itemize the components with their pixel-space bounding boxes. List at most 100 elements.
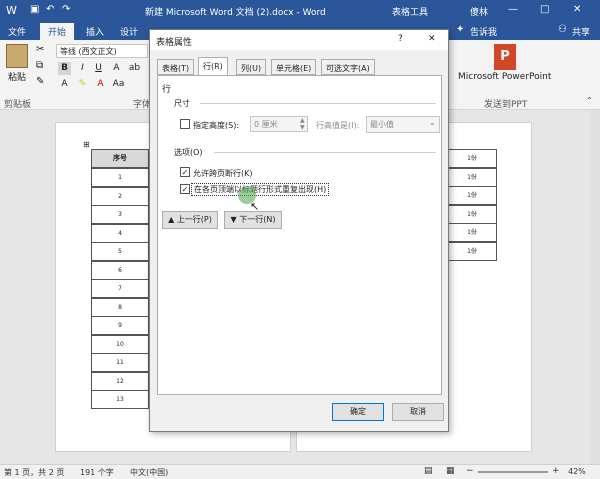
- cut-icon[interactable]: ✂: [36, 44, 44, 55]
- table-right-cell[interactable]: 1份: [447, 241, 497, 261]
- redo-icon[interactable]: ↷: [62, 4, 70, 15]
- zoom-in-icon[interactable]: +: [552, 466, 560, 476]
- up-arrow-icon: ▲: [168, 215, 177, 224]
- font-name-select[interactable]: 等线 (西文正文): [56, 44, 148, 58]
- text-effect-icon[interactable]: A: [58, 78, 71, 91]
- size-label: 尺寸: [174, 99, 190, 108]
- tab-design[interactable]: 设计: [120, 25, 138, 38]
- paste-icon[interactable]: [6, 44, 28, 68]
- table-row-number-cell[interactable]: 13: [91, 390, 149, 409]
- row-height-is-label: 行高值是(I):: [316, 121, 360, 130]
- copy-icon[interactable]: ⧉: [36, 60, 43, 71]
- table-header-cell[interactable]: 序号: [91, 149, 149, 168]
- zoom-out-icon[interactable]: −: [466, 466, 474, 476]
- font-color-icon[interactable]: A: [94, 78, 107, 91]
- vertical-scrollbar[interactable]: [590, 110, 600, 464]
- powerpoint-label[interactable]: Microsoft PowerPoint: [458, 72, 551, 82]
- minimize-icon[interactable]: —: [508, 4, 518, 15]
- word-count[interactable]: 191 个字: [80, 467, 114, 478]
- user-name[interactable]: 傻林: [470, 5, 488, 18]
- web-layout-icon[interactable]: ▦: [446, 466, 455, 476]
- repeat-header-label[interactable]: 在各页顶端以标题行形式重复出现(H): [191, 183, 330, 196]
- table-row-number-cell[interactable]: 3: [91, 205, 149, 224]
- page-count[interactable]: 第 1 页，共 2 页: [4, 467, 64, 478]
- size-separator: [200, 103, 436, 104]
- clear-format-icon[interactable]: A: [110, 62, 123, 75]
- table-row-number-cell[interactable]: 11: [91, 353, 149, 372]
- table-right-cell[interactable]: 1份: [447, 186, 497, 205]
- table-right-cell[interactable]: 1份: [447, 149, 497, 168]
- font-size-icon[interactable]: ab: [128, 62, 141, 75]
- options-label: 选项(O): [174, 148, 203, 157]
- collapse-ribbon-icon[interactable]: ⌃: [586, 96, 593, 105]
- options-separator: [214, 152, 436, 153]
- send-to-ppt-group-label: 发送到PPT: [484, 100, 528, 110]
- zoom-level[interactable]: 42%: [568, 467, 586, 476]
- case-icon[interactable]: Aa: [112, 78, 125, 91]
- title-bar: W ▣ ↶ ↷ 新建 Microsoft Word 文档 (2).docx - …: [0, 0, 600, 22]
- table-row-number-cell[interactable]: 12: [91, 371, 149, 391]
- tell-me[interactable]: 告诉我: [470, 25, 497, 38]
- paste-label[interactable]: 粘贴: [8, 70, 26, 83]
- previous-row-button[interactable]: ▲ 上一行(P): [162, 211, 218, 229]
- bold-button[interactable]: B: [58, 62, 71, 75]
- table-row-number-cell[interactable]: 9: [91, 316, 149, 335]
- table-right-cell[interactable]: 1份: [447, 167, 497, 187]
- maximize-icon[interactable]: □: [540, 4, 549, 15]
- tab-alt-text[interactable]: 可选文字(A): [321, 59, 375, 75]
- table-row-number-cell[interactable]: 1: [91, 168, 149, 187]
- table-right-cell[interactable]: 1份: [447, 223, 497, 242]
- tab-row[interactable]: 行(R): [198, 57, 228, 76]
- print-layout-icon[interactable]: ▤: [424, 466, 433, 476]
- dialog-close-button[interactable]: ✕: [428, 34, 436, 44]
- table-row-number-cell[interactable]: 2: [91, 186, 149, 206]
- table-row-number-cell[interactable]: 7: [91, 279, 149, 298]
- cancel-button[interactable]: 取消: [392, 403, 444, 421]
- table-right-cell[interactable]: 1份: [447, 204, 497, 224]
- share-button[interactable]: 共享: [572, 25, 590, 38]
- next-row-button[interactable]: ▼ 下一行(N): [224, 211, 282, 229]
- down-arrow-icon: ▼: [230, 215, 240, 224]
- share-icon[interactable]: ⚇: [558, 24, 567, 35]
- dialog-title: 表格属性: [156, 38, 193, 48]
- table-row-number-cell[interactable]: 4: [91, 223, 149, 243]
- tab-insert[interactable]: 插入: [86, 25, 104, 38]
- window-title: 新建 Microsoft Word 文档 (2).docx - Word: [145, 8, 326, 18]
- word-logo-icon: W: [6, 4, 17, 17]
- ok-button[interactable]: 确定: [332, 403, 384, 421]
- next-row-label: 下一行(N): [239, 215, 276, 224]
- previous-row-label: 上一行(P): [176, 215, 212, 224]
- specify-height-checkbox[interactable]: [180, 119, 190, 129]
- language[interactable]: 中文(中国): [130, 467, 168, 478]
- table-row-number-cell[interactable]: 5: [91, 242, 149, 261]
- mouse-cursor-icon: ↖: [250, 200, 260, 213]
- tab-home[interactable]: 开始: [40, 23, 75, 40]
- underline-button[interactable]: U: [92, 62, 105, 75]
- table-move-handle-icon[interactable]: ⊞: [83, 140, 90, 149]
- tab-cell[interactable]: 单元格(E): [271, 59, 317, 75]
- highlight-icon[interactable]: ✎: [76, 78, 89, 91]
- specify-height-label[interactable]: 指定高度(S):: [193, 120, 239, 131]
- tab-file[interactable]: 文件: [8, 25, 26, 38]
- table-row-number-cell[interactable]: 8: [91, 297, 149, 317]
- allow-break-label[interactable]: 允许跨页断行(K): [193, 168, 253, 179]
- save-icon[interactable]: ▣: [30, 4, 39, 15]
- tab-column[interactable]: 列(U): [236, 59, 267, 75]
- powerpoint-icon[interactable]: P: [494, 44, 516, 70]
- spinner-arrows-icon[interactable]: ▲ ▼: [300, 117, 305, 131]
- italic-button[interactable]: I: [76, 62, 89, 75]
- allow-break-checkbox[interactable]: ✓: [180, 167, 190, 177]
- lightbulb-icon: ✦: [456, 24, 465, 35]
- status-bar: 第 1 页，共 2 页 191 个字 中文(中国) ▤ ▦ − + 42%: [0, 464, 600, 479]
- undo-icon[interactable]: ↶: [46, 4, 54, 15]
- close-icon[interactable]: ✕: [573, 4, 581, 15]
- table-row-number-cell[interactable]: 6: [91, 260, 149, 280]
- repeat-header-checkbox[interactable]: ✓: [180, 184, 190, 194]
- dropdown-arrow-icon[interactable]: ⌄: [429, 118, 436, 127]
- row-section-label: 行: [162, 85, 172, 95]
- table-row-number-cell[interactable]: 10: [91, 334, 149, 354]
- help-button[interactable]: ?: [398, 34, 403, 44]
- format-painter-icon[interactable]: ✎: [36, 76, 44, 87]
- zoom-slider[interactable]: [478, 471, 548, 473]
- tab-table[interactable]: 表格(T): [157, 59, 195, 75]
